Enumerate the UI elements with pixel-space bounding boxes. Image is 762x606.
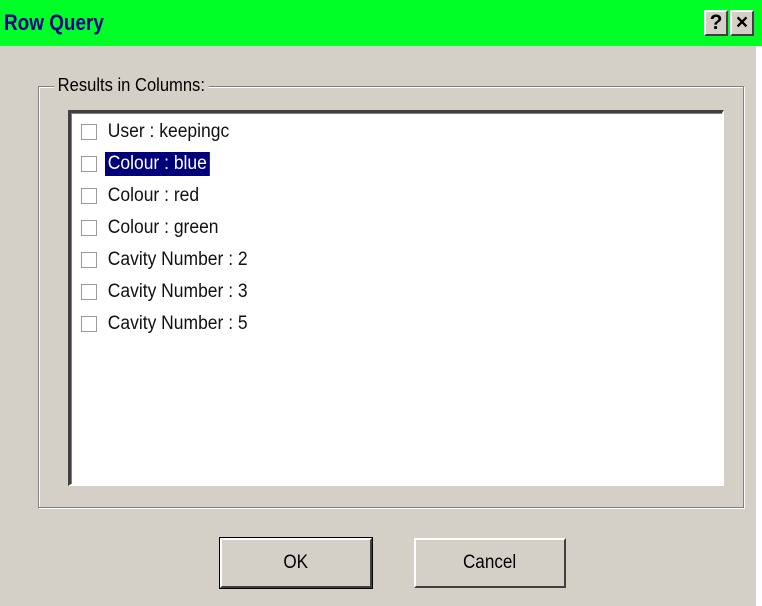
list-item[interactable]: Colour : blue — [81, 149, 219, 179]
checkbox[interactable] — [81, 188, 97, 204]
list-item-label: Colour : green — [107, 217, 219, 238]
cancel-button[interactable]: Cancel — [414, 538, 566, 588]
list-item-label: Colour : blue — [104, 151, 211, 177]
list-item-label: User : keepingc — [107, 121, 230, 142]
cancel-button-label: Cancel — [463, 552, 517, 573]
checkbox[interactable] — [81, 284, 97, 300]
list-item-label: Cavity Number : 2 — [107, 249, 248, 270]
ok-button[interactable]: OK — [219, 537, 373, 589]
close-icon: × — [735, 11, 749, 34]
list-item-label: Colour : red — [107, 185, 200, 206]
row-query-dialog: Row Query ? × Results in Columns: User :… — [0, 0, 762, 606]
list-item[interactable]: Cavity Number : 3 — [81, 277, 263, 307]
checkbox[interactable] — [81, 156, 97, 172]
dialog-title: Row Query — [4, 10, 104, 35]
list-item[interactable]: Cavity Number : 2 — [81, 245, 263, 275]
close-button[interactable]: × — [730, 10, 754, 36]
list-item[interactable]: Colour : green — [81, 213, 231, 243]
help-icon: ? — [709, 11, 723, 34]
checkbox[interactable] — [81, 124, 97, 140]
list-item-label: Cavity Number : 5 — [107, 313, 248, 334]
checkbox[interactable] — [81, 220, 97, 236]
groupbox-label: Results in Columns: — [54, 75, 209, 96]
help-button[interactable]: ? — [704, 10, 728, 36]
list-item[interactable]: Colour : red — [81, 181, 210, 211]
ok-button-label: OK — [283, 552, 309, 573]
results-checklist[interactable]: User : keepingc Colour : blue Colour : r… — [68, 110, 724, 486]
list-item[interactable]: Cavity Number : 5 — [81, 309, 263, 339]
list-item-label: Cavity Number : 3 — [107, 281, 248, 302]
title-bar[interactable]: Row Query ? × — [0, 0, 762, 46]
list-item[interactable]: User : keepingc — [81, 117, 243, 147]
checkbox[interactable] — [81, 252, 97, 268]
checkbox[interactable] — [81, 316, 97, 332]
